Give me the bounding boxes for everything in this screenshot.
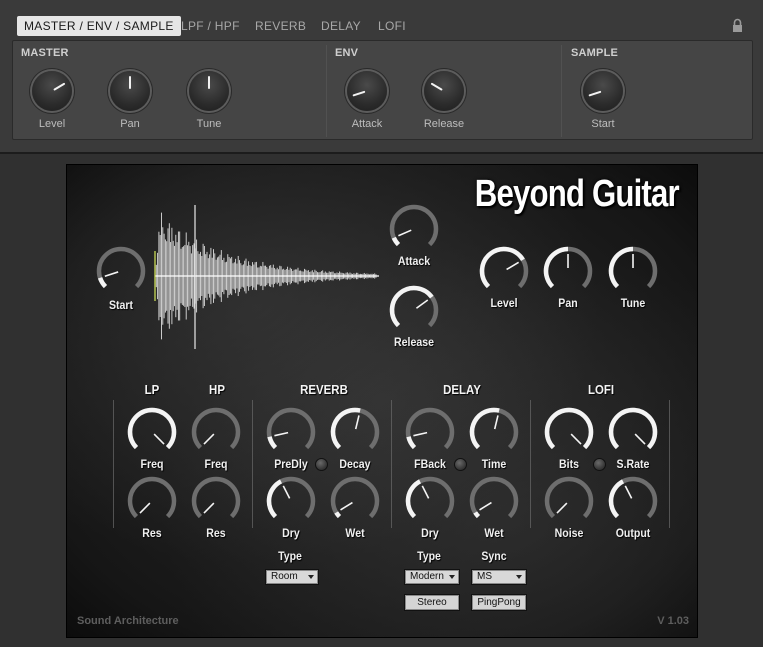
section-sample-label: SAMPLE [571,47,619,59]
tab-lofi[interactable]: LOFI [378,16,406,36]
tab-bar: MASTER / ENV / SAMPLE LPF / HPF REVERB D… [12,14,752,38]
release-knob-label: Release [394,335,434,349]
lp-res-knob[interactable] [127,476,177,519]
hp-res-label: Res [206,526,226,540]
host-level-label: Level [38,118,66,130]
start-knob[interactable] [96,246,146,289]
lofi-srate-knob[interactable] [608,407,658,450]
section-divider [561,45,562,137]
tune-knob-label: Tune [620,296,646,310]
reverb-predly-knob[interactable] [266,407,316,450]
reverb-decay-label: Decay [339,457,371,471]
reverb-type-dropdown[interactable]: Room [265,569,319,585]
lofi-group-label: LOFI [587,382,615,397]
group-divider [113,400,114,528]
delay-wet-knob[interactable] [469,476,519,519]
host-tune-knob[interactable] [189,71,229,111]
level-knob-label: Level [490,296,518,310]
pan-knob-label: Pan [558,296,578,310]
tab-reverb[interactable]: REVERB [255,16,306,36]
reverb-wet-label: Wet [345,526,365,540]
tab-master-env-sample[interactable]: MASTER / ENV / SAMPLE [17,16,181,36]
host-controls: MASTER ENV SAMPLE Level Pan Tune Attack … [12,40,753,140]
level-knob[interactable] [479,246,529,289]
lofi-toggle-led[interactable] [593,458,606,471]
lofi-output-label: Output [615,526,651,540]
stereo-button[interactable]: Stereo [404,594,460,611]
section-divider [326,45,327,137]
reverb-type-value: Room [271,571,298,582]
host-start-knob[interactable] [583,71,623,111]
hp-group-label: HP [209,382,225,397]
lofi-srate-label: S.Rate [616,457,650,471]
delay-dry-knob[interactable] [405,476,455,519]
reverb-decay-knob[interactable] [330,407,380,450]
lp-freq-knob[interactable] [127,407,177,450]
tune-knob[interactable] [608,246,658,289]
host-pan-label: Pan [120,118,140,130]
hp-res-knob[interactable] [191,476,241,519]
delay-type-dropdown[interactable]: Modern [404,569,460,585]
delay-fback-knob[interactable] [405,407,455,450]
pan-knob[interactable] [543,246,593,289]
delay-group-label: DELAY [443,382,481,397]
delay-sync-label: Sync [481,549,507,563]
group-divider [252,400,253,528]
delay-type-value: Modern [410,571,444,582]
chevron-down-icon [308,575,314,579]
delay-time-label: Time [481,457,507,471]
delay-sync-value: MS [477,571,492,582]
start-knob-label: Start [108,298,134,312]
lock-icon[interactable] [726,16,748,36]
reverb-dry-knob[interactable] [266,476,316,519]
release-knob[interactable] [389,285,439,328]
brand-label: Sound Architecture [77,615,179,627]
section-master-label: MASTER [21,47,69,59]
host-attack-label: Attack [351,118,383,130]
group-divider [669,400,670,528]
host-pan-knob[interactable] [110,71,150,111]
reverb-dry-label: Dry [282,526,300,540]
delay-time-knob[interactable] [469,407,519,450]
hp-freq-label: Freq [204,457,228,471]
lofi-noise-label: Noise [554,526,584,540]
delay-dry-label: Dry [421,526,439,540]
chevron-down-icon [516,575,522,579]
group-divider [391,400,392,528]
host-level-knob[interactable] [32,71,72,111]
host-release-label: Release [423,118,465,130]
reverb-group-label: REVERB [300,382,348,397]
delay-sync-dropdown[interactable]: MS [471,569,527,585]
hp-freq-knob[interactable] [191,407,241,450]
group-divider [530,400,531,528]
chevron-down-icon [449,575,455,579]
host-attack-knob[interactable] [347,71,387,111]
lp-res-label: Res [142,526,162,540]
host-panel: MASTER / ENV / SAMPLE LPF / HPF REVERB D… [0,0,763,154]
tab-lpf-hpf[interactable]: LPF / HPF [181,16,240,36]
delay-wet-label: Wet [484,526,504,540]
instrument-panel: Beyond Guitar Start Attack Release Level… [66,164,698,638]
reverb-toggle-led[interactable] [315,458,328,471]
attack-knob[interactable] [389,204,439,247]
lofi-output-knob[interactable] [608,476,658,519]
delay-type-label: Type [417,549,441,563]
delay-toggle-led[interactable] [454,458,467,471]
reverb-wet-knob[interactable] [330,476,380,519]
section-env-label: ENV [335,47,359,59]
host-start-label: Start [591,118,615,130]
host-tune-label: Tune [196,118,222,130]
instrument-knobs [96,204,658,519]
lofi-bits-knob[interactable] [544,407,594,450]
lp-freq-label: Freq [140,457,164,471]
lofi-noise-knob[interactable] [544,476,594,519]
tab-delay[interactable]: DELAY [321,16,361,36]
host-release-knob[interactable] [424,71,464,111]
pingpong-button[interactable]: PingPong [471,594,527,611]
reverb-type-label: Type [278,549,302,563]
version-label: V 1.03 [657,615,689,627]
attack-knob-label: Attack [397,254,431,268]
